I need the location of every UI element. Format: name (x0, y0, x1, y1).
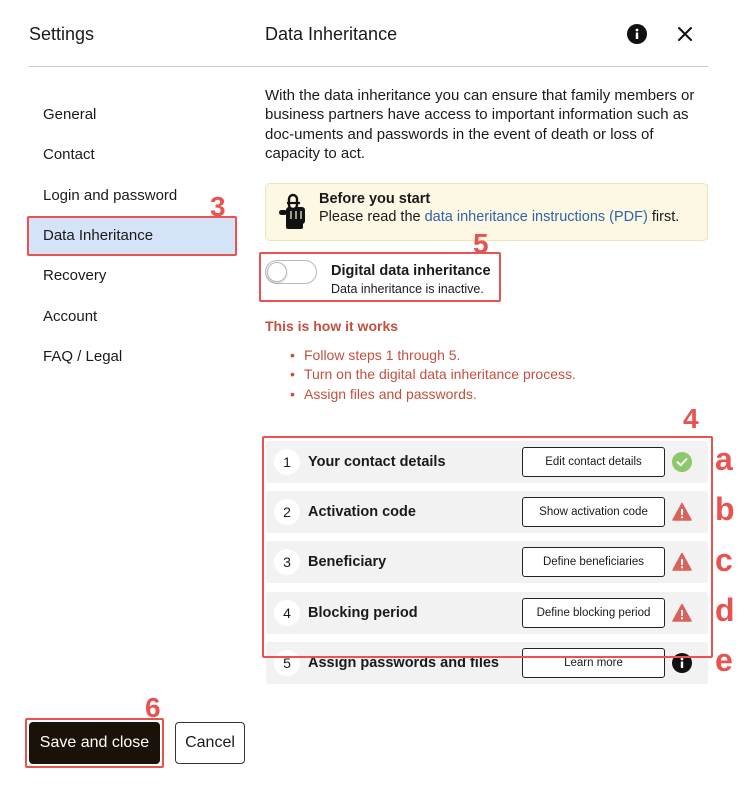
sidebar-item-general[interactable]: General (29, 97, 235, 133)
save-and-close-button[interactable]: Save and close (29, 722, 160, 764)
callout-letter-a: a (715, 441, 733, 477)
sidebar-item-contact[interactable]: Contact (29, 137, 235, 173)
step-row-beneficiary: 3 Beneficiary Define beneficiaries (266, 541, 708, 583)
callout-letter-d: d (715, 592, 735, 628)
step-row-activation-code: 2 Activation code Show activation code (266, 491, 708, 533)
check-circle-icon (672, 452, 692, 472)
edit-contact-details-button[interactable]: Edit contact details (522, 447, 665, 477)
sidebar-item-recovery[interactable]: Recovery (29, 258, 235, 294)
step-label: Activation code (308, 504, 416, 520)
how-it-works-title: This is how it works (265, 318, 399, 334)
learn-more-button[interactable]: Learn more (522, 648, 665, 678)
notice-title: Before you start (319, 191, 431, 207)
sidebar-item-login-and-password[interactable]: Login and password (29, 178, 235, 214)
define-beneficiaries-button[interactable]: Define beneficiaries (522, 547, 665, 577)
show-activation-code-button[interactable]: Show activation code (522, 497, 665, 527)
list-item: Turn on the digital data inheritance pro… (288, 365, 576, 385)
info-icon[interactable] (672, 653, 692, 673)
callout-letter-c: c (715, 542, 733, 578)
sidebar-item-data-inheritance[interactable]: Data Inheritance (29, 218, 235, 254)
sidebar-item-account[interactable]: Account (29, 299, 235, 335)
step-number: 3 (274, 549, 300, 575)
list-item: Follow steps 1 through 5. (288, 346, 576, 366)
step-row-contact-details: 1 Your contact details Edit contact deta… (266, 441, 708, 483)
warning-icon (672, 603, 692, 623)
step-number: 5 (274, 650, 300, 676)
how-it-works-list: Follow steps 1 through 5. Turn on the di… (288, 346, 576, 405)
step-row-assign-passwords-and-files: 5 Assign passwords and files Learn more (266, 642, 708, 684)
sidebar-item-faq-legal[interactable]: FAQ / Legal (29, 339, 235, 375)
settings-title: Settings (29, 24, 95, 44)
step-label: Beneficiary (308, 554, 387, 570)
callout-letter-b: b (715, 491, 735, 527)
step-label: Blocking period (308, 605, 418, 621)
hand-pointer-icon (277, 193, 309, 231)
toggle-status: Data inheritance is inactive. (331, 282, 484, 296)
define-blocking-period-button[interactable]: Define blocking period (522, 598, 665, 628)
notice-text-before: Please read the (319, 209, 425, 225)
step-label: Assign passwords and files (308, 655, 499, 671)
toggle-title: Digital data inheritance (331, 263, 491, 279)
digital-data-inheritance-toggle[interactable] (265, 260, 317, 284)
page-title: Data Inheritance (265, 24, 398, 44)
callout-number-5: 5 (473, 228, 489, 259)
callout-number-3: 3 (210, 191, 226, 222)
step-number: 4 (274, 600, 300, 626)
instructions-pdf-link[interactable]: data inheritance instructions (PDF) (425, 209, 648, 225)
callout-number-6: 6 (145, 692, 161, 723)
step-row-blocking-period: 4 Blocking period Define blocking period (266, 592, 708, 634)
cancel-button[interactable]: Cancel (175, 722, 245, 764)
intro-text: With the data inheritance you can ensure… (265, 87, 695, 163)
warning-icon (672, 502, 692, 522)
list-item: Assign files and passwords. (288, 385, 576, 405)
notice-text-after: first. (647, 209, 680, 225)
step-label: Your contact details (308, 454, 446, 470)
callout-letter-e: e (715, 642, 733, 678)
step-number: 2 (274, 499, 300, 525)
close-icon[interactable] (674, 23, 696, 45)
warning-icon (672, 552, 692, 572)
callout-number-4: 4 (683, 403, 699, 434)
header-divider (29, 66, 708, 67)
info-icon[interactable] (627, 24, 647, 44)
step-number: 1 (274, 449, 300, 475)
toggle-knob (267, 262, 287, 282)
notice-text: Please read the data inheritance instruc… (319, 209, 679, 225)
